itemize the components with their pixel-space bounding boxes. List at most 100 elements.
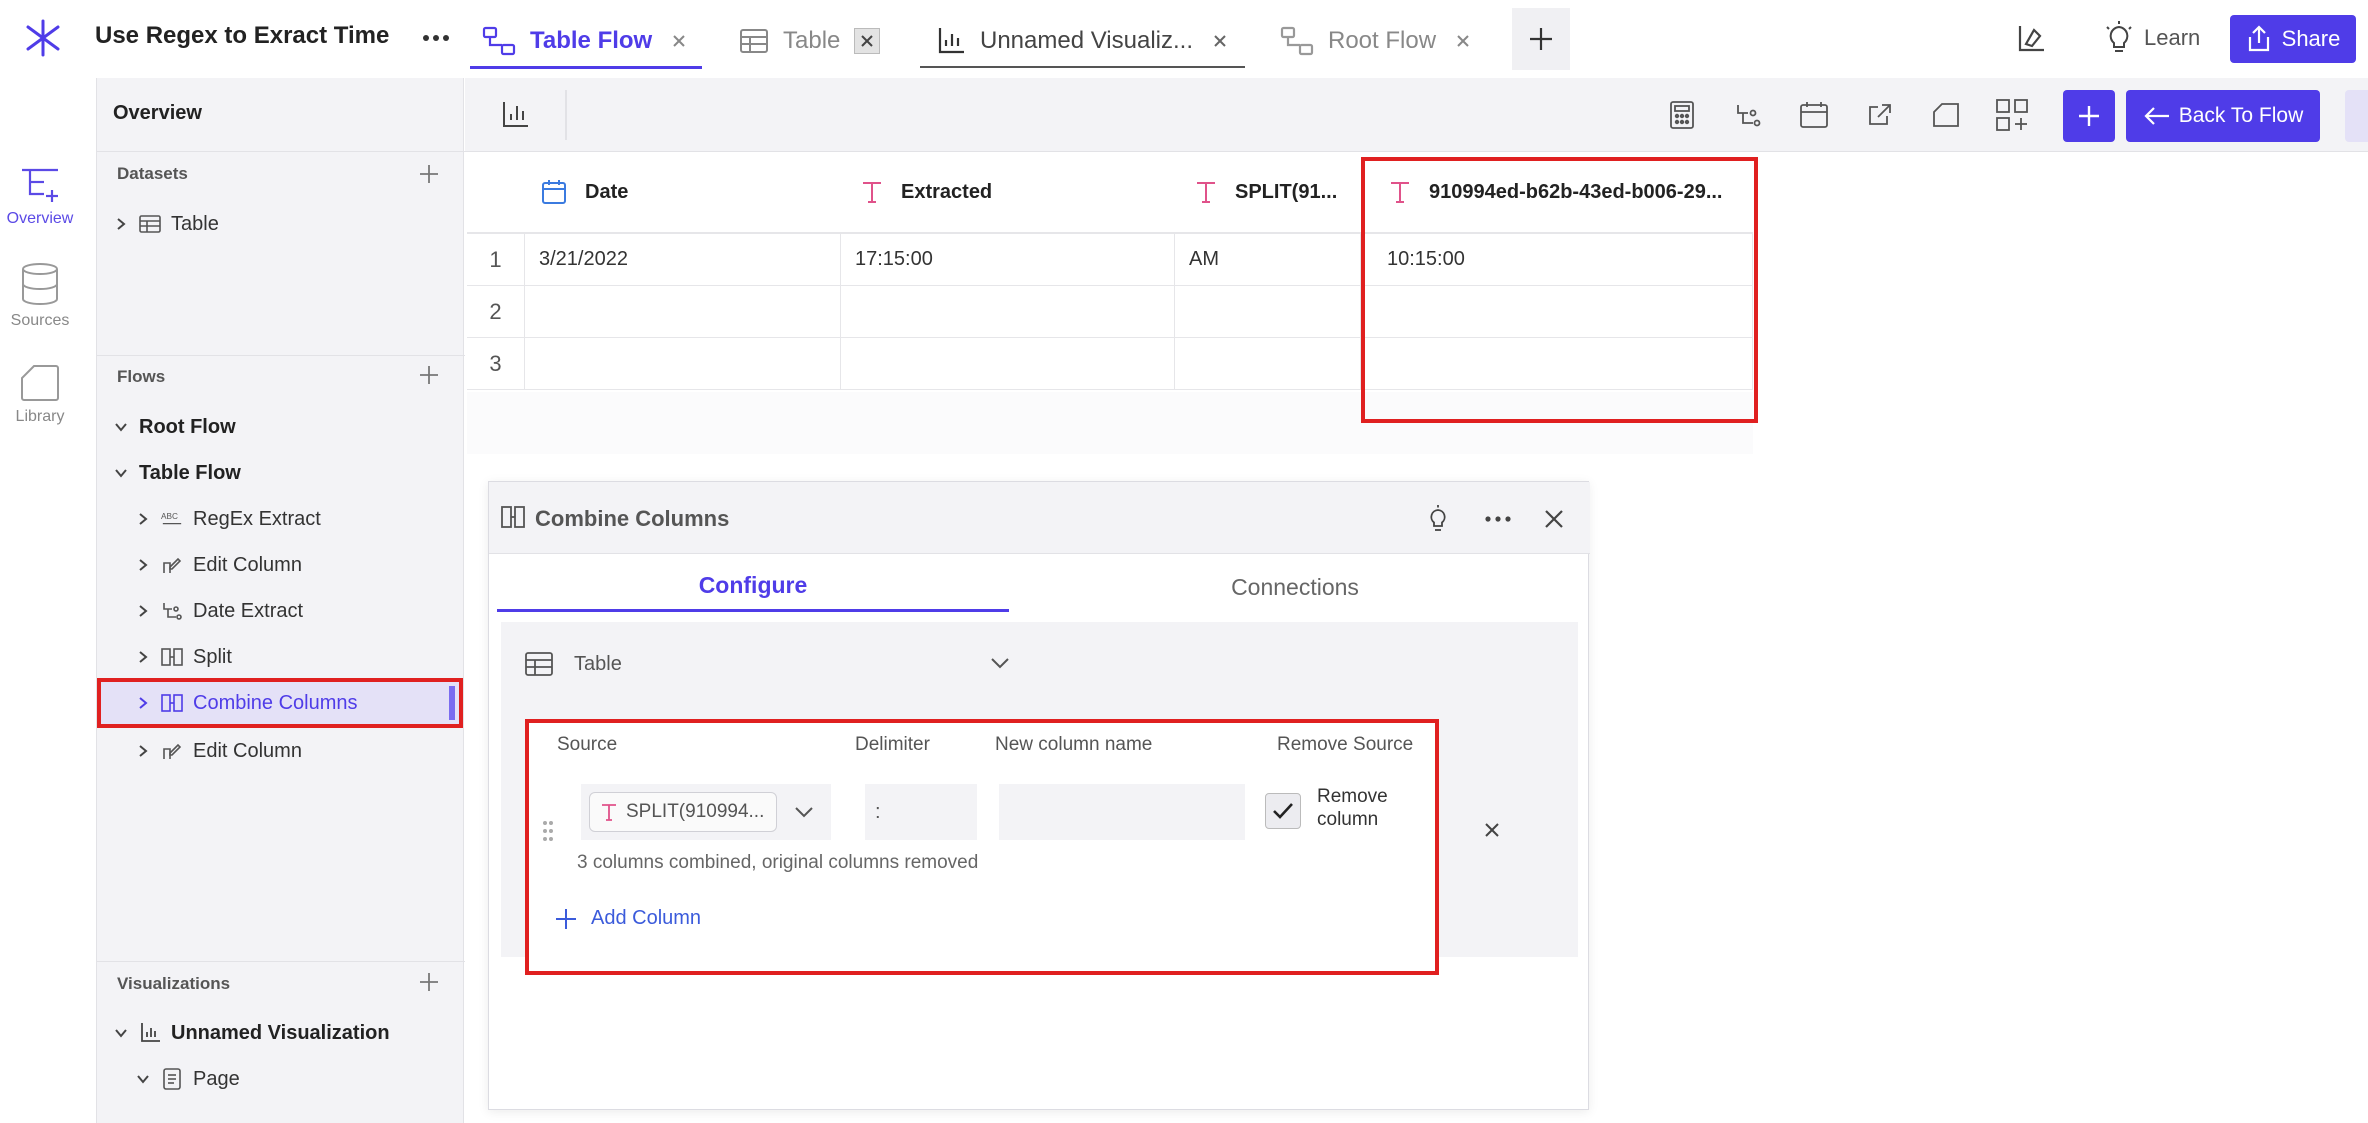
close-icon[interactable] — [666, 28, 692, 54]
add-widget-icon[interactable] — [1991, 94, 2033, 136]
chart-style-icon[interactable] — [2012, 18, 2052, 58]
add-dataset-button[interactable] — [415, 160, 443, 188]
tab-connections[interactable]: Connections — [1009, 562, 1581, 612]
text-type-icon — [1389, 180, 1411, 204]
add-visualization-button[interactable] — [415, 968, 443, 996]
chevron-right-icon[interactable] — [133, 509, 153, 529]
chevron-down-icon[interactable] — [111, 463, 131, 483]
source-chip[interactable]: SPLIT(910994... — [589, 792, 777, 832]
chevron-right-icon[interactable] — [133, 601, 153, 621]
column-header-split[interactable]: SPLIT(91... — [1175, 152, 1361, 234]
more-options-icon[interactable] — [416, 20, 456, 56]
visualization-icon[interactable] — [495, 94, 537, 136]
table-cell[interactable] — [1175, 338, 1361, 390]
table-cell[interactable]: 3/21/2022 — [525, 234, 841, 286]
more-options-icon[interactable] — [1479, 500, 1517, 538]
chevron-right-icon[interactable] — [133, 741, 153, 761]
shape-icon[interactable] — [1925, 94, 1967, 136]
lightbulb-icon[interactable] — [1419, 500, 1457, 538]
step-item-combine-columns[interactable]: Combine Columns — [97, 678, 463, 728]
remove-source-checkbox[interactable] — [1265, 793, 1301, 829]
panel-toggle-button[interactable] — [2345, 90, 2368, 142]
remove-row-close-icon[interactable] — [1479, 817, 1505, 843]
tab-configure[interactable]: Configure — [497, 562, 1009, 612]
add-tab-button[interactable] — [1512, 8, 1570, 70]
chevron-right-icon[interactable] — [133, 555, 153, 575]
external-link-icon[interactable] — [1859, 94, 1901, 136]
source-column-select[interactable]: SPLIT(910994... — [581, 784, 831, 840]
combine-columns-icon — [161, 692, 183, 714]
app-logo-icon[interactable] — [22, 17, 64, 59]
chevron-down-icon[interactable] — [133, 1069, 153, 1089]
learn-button[interactable]: Learn — [2104, 18, 2200, 58]
lightbulb-icon — [2104, 21, 2134, 55]
add-step-button[interactable] — [2063, 90, 2115, 142]
delimiter-input[interactable] — [865, 784, 977, 840]
table-cell[interactable]: AM — [1175, 234, 1361, 286]
flow-item-root-flow[interactable]: Root Flow — [97, 406, 463, 448]
close-icon[interactable] — [1535, 500, 1573, 538]
rail-overview[interactable]: Overview — [0, 164, 80, 228]
table-cell[interactable] — [525, 338, 841, 390]
chevron-right-icon[interactable] — [111, 214, 131, 234]
chevron-right-icon[interactable] — [133, 693, 153, 713]
back-to-flow-button[interactable]: Back To Flow — [2126, 90, 2320, 142]
visualizations-title: Visualizations — [117, 974, 231, 993]
branch-icon[interactable] — [1727, 94, 1769, 136]
viz-item-unnamed-visualization[interactable]: Unnamed Visualization — [97, 1012, 463, 1054]
tree-label: Split — [193, 645, 232, 668]
split-icon — [161, 646, 183, 668]
tab-root-flow[interactable]: Root Flow — [1268, 12, 1488, 70]
chevron-right-icon[interactable] — [133, 647, 153, 667]
column-header-extracted[interactable]: Extracted — [841, 152, 1175, 234]
table-cell[interactable]: 10:15:00 — [1361, 234, 1753, 286]
table-cell[interactable] — [1361, 286, 1753, 338]
step-item-split[interactable]: Split — [97, 636, 463, 678]
calculator-icon[interactable] — [1661, 94, 1703, 136]
tab-unnamed-visualization[interactable]: Unnamed Visualiz... — [924, 12, 1245, 70]
table-cell[interactable] — [841, 338, 1175, 390]
close-icon[interactable] — [854, 28, 881, 54]
dataset-item-table[interactable]: Table — [97, 203, 463, 245]
column-header-combined[interactable]: 910994ed-b62b-43ed-b006-29... — [1361, 152, 1753, 234]
rail-sources[interactable]: Sources — [0, 262, 80, 330]
chevron-down-icon[interactable] — [111, 1023, 131, 1043]
add-column-button[interactable]: Add Column — [555, 907, 701, 930]
rail-label: Overview — [6, 210, 74, 227]
table-cell[interactable] — [841, 286, 1175, 338]
sidebar-overview[interactable]: Overview — [97, 78, 465, 152]
step-item-date-extract[interactable]: Date Extract — [97, 590, 463, 632]
add-flow-button[interactable] — [415, 361, 443, 389]
drag-handle-icon[interactable] — [541, 819, 555, 843]
datasets-title: Datasets — [117, 164, 188, 183]
column-header-date[interactable]: Date — [525, 152, 841, 234]
tab-table-flow[interactable]: Table Flow — [470, 12, 704, 70]
step-item-edit-column-2[interactable]: Edit Column — [97, 730, 463, 772]
table-cell[interactable] — [525, 286, 841, 338]
date-extract-icon — [161, 600, 183, 622]
new-column-name-input[interactable] — [999, 784, 1245, 840]
flow-item-table-flow[interactable]: Table Flow — [97, 452, 463, 494]
rail-library[interactable]: Library — [0, 364, 80, 426]
tab-table[interactable]: Table — [727, 12, 892, 70]
viz-item-page[interactable]: Page — [97, 1058, 463, 1100]
chevron-down-icon[interactable] — [111, 417, 131, 437]
combined-columns-note: 3 columns combined, original columns rem… — [577, 852, 979, 873]
library-icon — [20, 364, 60, 402]
tab-label: Table — [783, 27, 841, 54]
chevron-down-icon[interactable] — [793, 801, 815, 823]
calendar-icon — [541, 179, 567, 205]
share-button[interactable]: Share — [2230, 15, 2356, 63]
rail-label: Sources — [10, 312, 70, 329]
dataset-select[interactable]: Table — [524, 642, 1004, 686]
calendar-icon[interactable] — [1793, 94, 1835, 136]
table-cell[interactable] — [1361, 338, 1753, 390]
close-icon[interactable] — [1207, 28, 1233, 54]
close-icon[interactable] — [1450, 28, 1476, 54]
table-cell[interactable]: 17:15:00 — [841, 234, 1175, 286]
step-item-regex-extract[interactable]: ABC RegEx Extract — [97, 498, 463, 540]
table-cell[interactable] — [1175, 286, 1361, 338]
step-item-edit-column[interactable]: Edit Column — [97, 544, 463, 586]
back-to-flow-label: Back To Flow — [2178, 104, 2304, 127]
chevron-down-icon[interactable] — [989, 652, 1011, 674]
